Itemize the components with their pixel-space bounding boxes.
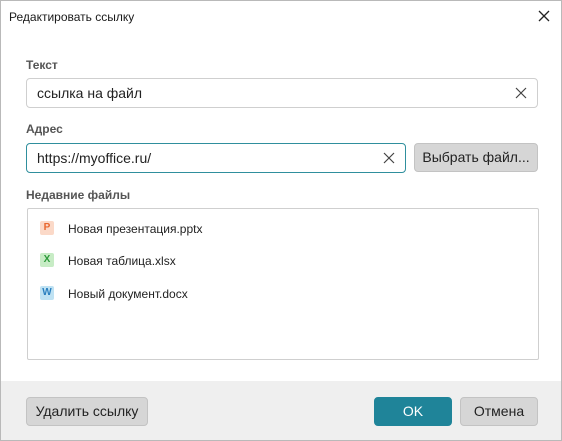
- text-field-label: Текст: [26, 58, 58, 72]
- dialog-footer: Удалить ссылку OK Отмена: [1, 381, 561, 440]
- spreadsheet-file-icon: X: [40, 253, 54, 267]
- clear-icon: [383, 152, 395, 164]
- recent-files-list: P Новая презентация.pptx X Новая таблица…: [27, 208, 539, 360]
- ok-button[interactable]: OK: [374, 397, 452, 426]
- choose-file-button[interactable]: Выбрать файл...: [414, 143, 538, 172]
- address-field-label: Адрес: [26, 122, 63, 136]
- clear-icon: [515, 87, 527, 99]
- file-name: Новая таблица.xlsx: [68, 254, 176, 268]
- recent-files-label: Недавние файлы: [26, 188, 131, 202]
- dialog-title: Редактировать ссылку: [9, 10, 135, 24]
- text-field[interactable]: ссылка на файл: [26, 78, 538, 108]
- document-file-icon: W: [40, 286, 54, 300]
- edit-link-dialog: Редактировать ссылку Текст ссылка на фай…: [0, 0, 562, 441]
- delete-link-button[interactable]: Удалить ссылку: [26, 397, 148, 426]
- title-bar: Редактировать ссылку: [1, 1, 561, 33]
- text-field-value: ссылка на файл: [37, 85, 143, 101]
- close-icon: [538, 10, 550, 22]
- file-name: Новая презентация.pptx: [68, 222, 203, 236]
- close-button[interactable]: [527, 1, 561, 33]
- address-field-value: https://myoffice.ru/: [37, 150, 152, 166]
- address-field[interactable]: https://myoffice.ru/: [26, 143, 406, 173]
- clear-address-button[interactable]: [379, 148, 399, 168]
- file-name: Новый документ.docx: [68, 287, 188, 301]
- presentation-file-icon: P: [40, 221, 54, 235]
- clear-text-button[interactable]: [511, 83, 531, 103]
- cancel-button[interactable]: Отмена: [460, 397, 538, 426]
